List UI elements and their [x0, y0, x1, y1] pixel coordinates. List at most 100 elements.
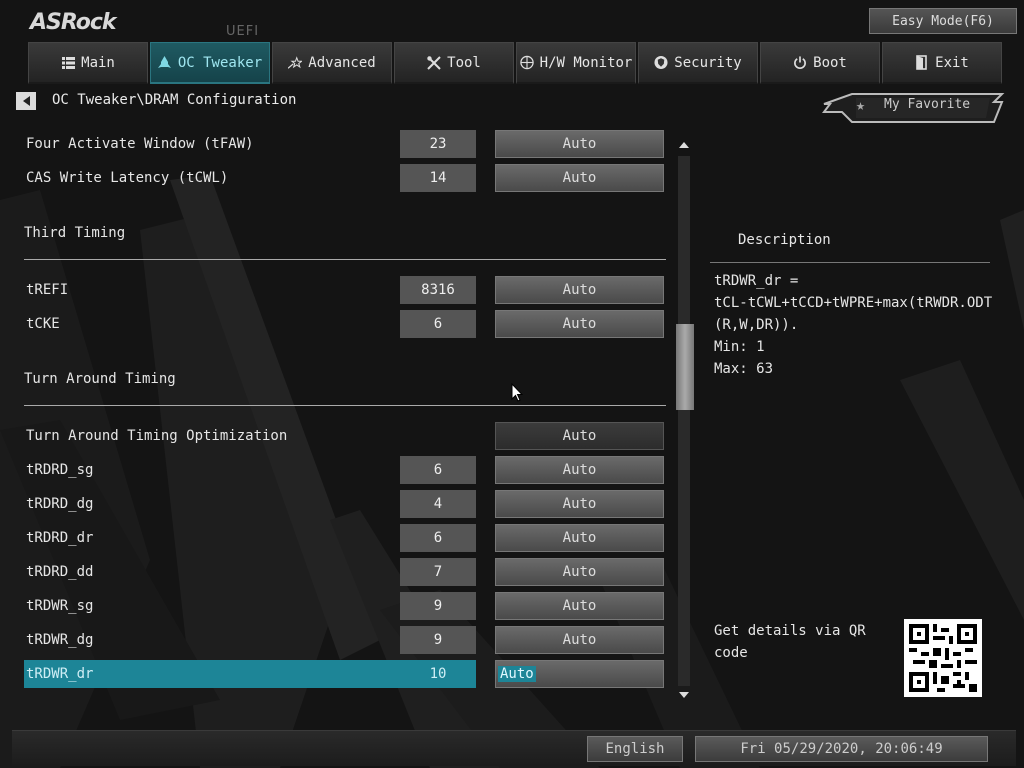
- power-icon: [793, 56, 807, 70]
- star-arrow-icon: [288, 55, 303, 70]
- setting-option[interactable]: Auto: [495, 660, 664, 688]
- favorite-label: My Favorite: [884, 97, 971, 112]
- setting-value[interactable]: 9: [400, 626, 476, 654]
- qr-code-icon: [904, 619, 982, 697]
- qr-help-text: Get details via QR code: [714, 623, 866, 661]
- tab-label: Advanced: [308, 54, 376, 71]
- setting-label: CAS Write Latency (tCWL): [26, 170, 229, 186]
- tab-tool[interactable]: Tool: [394, 42, 514, 84]
- setting-value[interactable]: 6: [400, 310, 476, 338]
- tab-label: OC Tweaker: [177, 54, 263, 71]
- settings-list: Four Activate Window (tFAW) 23 Auto CAS …: [24, 128, 668, 698]
- setting-label: Four Activate Window (tFAW): [26, 136, 254, 152]
- setting-label: tRDWR_dg: [26, 632, 94, 648]
- scrollbar-thumb[interactable]: [676, 324, 694, 410]
- datetime-display: Fri 05/29/2020, 20:06:49: [695, 736, 988, 762]
- my-favorite-button[interactable]: ★ My Favorite: [822, 92, 1008, 124]
- setting-label: tCKE: [26, 316, 60, 332]
- section-divider: [24, 259, 666, 260]
- setting-row-tfaw[interactable]: Four Activate Window (tFAW) 23 Auto: [24, 130, 668, 158]
- setting-label: tRDWR_sg: [26, 598, 94, 614]
- setting-label: tRDRD_sg: [26, 462, 94, 478]
- setting-value[interactable]: 23: [400, 130, 476, 158]
- language-button[interactable]: English: [587, 736, 683, 762]
- section-turn-around-timing: Turn Around Timing: [24, 371, 668, 406]
- setting-row-trdwr-dg[interactable]: tRDWR_dg 9 Auto: [24, 626, 668, 654]
- setting-row-trdrd-dg[interactable]: tRDRD_dg 4 Auto: [24, 490, 668, 518]
- uefi-badge: UEFI: [226, 24, 260, 39]
- setting-value[interactable]: 8316: [400, 276, 476, 304]
- setting-value[interactable]: 6: [400, 524, 476, 552]
- setting-row-trdrd-dd[interactable]: tRDRD_dd 7 Auto: [24, 558, 668, 586]
- monitor-icon: [519, 55, 534, 70]
- main-tabs: Main OC Tweaker Advanced Tool H/W Monito…: [28, 42, 1020, 84]
- section-title: Turn Around Timing: [24, 371, 176, 387]
- setting-value[interactable]: 10: [400, 660, 476, 688]
- exit-icon: [915, 55, 929, 70]
- star-icon: ★: [856, 96, 866, 114]
- setting-row-trdrd-sg[interactable]: tRDRD_sg 6 Auto: [24, 456, 668, 484]
- setting-option[interactable]: Auto: [495, 456, 664, 484]
- tab-oc-tweaker[interactable]: OC Tweaker: [150, 42, 270, 84]
- setting-option[interactable]: Auto: [495, 626, 664, 654]
- description-divider: [710, 262, 990, 263]
- setting-label: tREFI: [26, 282, 69, 298]
- setting-option[interactable]: Auto: [495, 558, 664, 586]
- setting-option[interactable]: Auto: [495, 276, 664, 304]
- tab-exit[interactable]: Exit: [882, 42, 1002, 84]
- setting-option[interactable]: Auto: [495, 422, 664, 450]
- setting-value[interactable]: 6: [400, 456, 476, 484]
- tab-label: Tool: [447, 54, 481, 71]
- setting-option[interactable]: Auto: [495, 524, 664, 552]
- rocket-icon: [158, 55, 172, 70]
- setting-value[interactable]: 7: [400, 558, 476, 586]
- tab-advanced[interactable]: Advanced: [272, 42, 392, 84]
- setting-row-trefi[interactable]: tREFI 8316 Auto: [24, 276, 668, 304]
- tab-label: H/W Monitor: [539, 54, 633, 71]
- tab-main[interactable]: Main: [28, 42, 148, 84]
- tab-label: Boot: [813, 54, 847, 71]
- description-text: tRDWR_dr = tCL-tCWL+tCCD+tWPRE+max(tRWDR…: [714, 273, 993, 377]
- scrollbar-track[interactable]: [678, 156, 690, 686]
- setting-row-trdwr-sg[interactable]: tRDWR_sg 9 Auto: [24, 592, 668, 620]
- setting-label: Turn Around Timing Optimization: [26, 428, 288, 444]
- easy-mode-button[interactable]: Easy Mode(F6): [869, 8, 1017, 34]
- tab-security[interactable]: Security: [638, 42, 758, 84]
- section-divider: [24, 405, 666, 406]
- setting-option[interactable]: Auto: [495, 490, 664, 518]
- tab-label: Main: [81, 54, 115, 71]
- setting-option-text: Auto: [498, 666, 536, 682]
- breadcrumb: OC Tweaker\DRAM Configuration: [52, 92, 297, 108]
- setting-value[interactable]: 4: [400, 490, 476, 518]
- setting-value[interactable]: 9: [400, 592, 476, 620]
- setting-label: tRDRD_dg: [26, 496, 94, 512]
- shield-icon: [654, 55, 668, 70]
- list-icon: [61, 56, 75, 70]
- setting-option[interactable]: Auto: [495, 592, 664, 620]
- tools-icon: [427, 55, 441, 70]
- setting-label: tRDRD_dr: [26, 530, 94, 546]
- setting-label: tRDRD_dd: [26, 564, 94, 580]
- setting-row-trdwr-dr[interactable]: tRDWR_dr 10 Auto: [24, 660, 668, 688]
- section-title: Third Timing: [24, 225, 126, 241]
- mouse-cursor-icon: [511, 383, 523, 402]
- setting-value[interactable]: 14: [400, 164, 476, 192]
- tab-label: Exit: [935, 54, 969, 71]
- back-button[interactable]: [16, 92, 36, 110]
- setting-row-trdrd-dr[interactable]: tRDRD_dr 6 Auto: [24, 524, 668, 552]
- scroll-down-arrow-icon[interactable]: [676, 688, 692, 702]
- setting-row-tcke[interactable]: tCKE 6 Auto: [24, 310, 668, 338]
- setting-option[interactable]: Auto: [495, 310, 664, 338]
- setting-row-tcwl[interactable]: CAS Write Latency (tCWL) 14 Auto: [24, 164, 668, 192]
- setting-option[interactable]: Auto: [495, 164, 664, 192]
- tab-label: Security: [674, 54, 742, 71]
- setting-label: tRDWR_dr: [26, 666, 94, 682]
- setting-option[interactable]: Auto: [495, 130, 664, 158]
- setting-row-tat-optimization[interactable]: Turn Around Timing Optimization Auto: [24, 422, 668, 450]
- description-title: Description: [738, 232, 831, 248]
- tab-hw-monitor[interactable]: H/W Monitor: [516, 42, 636, 84]
- tab-boot[interactable]: Boot: [760, 42, 880, 84]
- section-third-timing: Third Timing: [24, 225, 668, 260]
- scroll-up-arrow-icon[interactable]: [676, 138, 692, 152]
- asrock-logo: ASRock: [30, 10, 117, 35]
